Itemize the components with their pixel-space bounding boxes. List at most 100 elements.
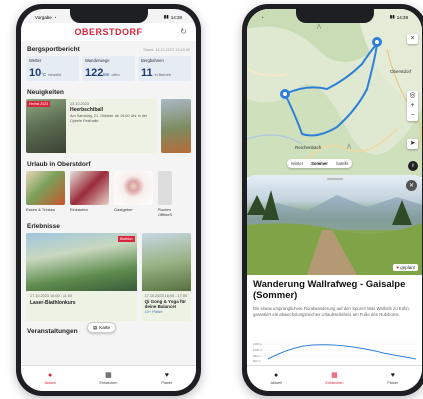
elev-tick-1100: 1100 m bbox=[253, 342, 263, 346]
map-label-start: Reichenbach bbox=[295, 145, 322, 150]
category-food-image bbox=[26, 171, 65, 205]
news-card[interactable]: Herbst 2023 13.10.2023 Heerbschtball Am … bbox=[26, 99, 158, 153]
news-tag: Herbst 2023 bbox=[27, 101, 51, 107]
category-shopping-label: Einkaufen bbox=[70, 207, 88, 212]
grid-icon: ▦ bbox=[331, 372, 338, 379]
tab-planer[interactable]: ♥ Planer bbox=[147, 372, 187, 385]
carrier-label: Vorgabe bbox=[35, 14, 52, 20]
report-title: Bergsportbericht bbox=[27, 46, 80, 53]
map-zoom-controls: ◎ + − bbox=[407, 91, 418, 121]
info-icon[interactable]: i bbox=[408, 161, 418, 171]
map-navigate-control[interactable]: ➤ bbox=[407, 139, 418, 149]
wifi-icon: ◔ bbox=[261, 14, 264, 20]
trails-value: 122 bbox=[85, 67, 104, 79]
elevation-profile: 1100 m 1000 m 900 m 800 m bbox=[253, 341, 417, 363]
lifts-card[interactable]: Bergbahnen 11 in Betrieb bbox=[138, 56, 191, 81]
home-icon: ● bbox=[274, 372, 279, 379]
events-carousel: Biathlon 17.10.2023 10:00 - 11:00 Laser-… bbox=[21, 230, 196, 324]
report-timestamp: Stand: 13.10.2023 13:43:30 bbox=[143, 48, 190, 52]
category-hosts[interactable]: Gastgeber bbox=[114, 171, 153, 217]
events-section-title: Erlebnisse bbox=[27, 223, 60, 230]
report-header: Bergsportbericht Stand: 13.10.2023 13:43… bbox=[21, 46, 196, 53]
event-body: 17.10.2023 10:00 - 11:00 Laser-Biathlonk… bbox=[26, 291, 137, 309]
clock: 14:28 bbox=[170, 14, 182, 20]
map-toggle-label: Karte bbox=[99, 325, 111, 330]
refresh-icon[interactable]: ↻ bbox=[180, 27, 187, 36]
route-map[interactable]: Oberstdorf Reichenbach × ◎ + − ➤ Winter … bbox=[247, 9, 422, 177]
map-close-control[interactable]: × bbox=[407, 34, 418, 44]
category-shopping[interactable]: Einkaufen bbox=[70, 171, 109, 217]
tab-entdecken-label: Entdecken bbox=[99, 381, 118, 385]
tab-entdecken[interactable]: ▦ Entdecken bbox=[314, 372, 354, 385]
navigate-icon[interactable]: ➤ bbox=[410, 139, 416, 149]
report-cards: Wetter 10°C bewölkt Wanderwege 122km offen… bbox=[21, 53, 196, 84]
event-peek-title: Qi Gong & Yoga für deine Balance! bbox=[144, 299, 186, 309]
map-type-summer[interactable]: Sommer bbox=[307, 159, 332, 168]
zoom-out-icon[interactable]: − bbox=[410, 111, 414, 121]
lifts-value: 11 bbox=[141, 67, 153, 79]
tab-aktuell[interactable]: ● Aktuell bbox=[256, 372, 296, 385]
tab-aktuell-label: Aktuell bbox=[44, 381, 56, 385]
tab-planer-label: Planer bbox=[387, 381, 399, 385]
event-image: Biathlon bbox=[26, 233, 137, 291]
map-type-winter[interactable]: Winter bbox=[287, 159, 307, 168]
urlaub-section-title: Urlaub in Oberstdorf bbox=[27, 161, 91, 168]
category-carousel: Essen & Trinken Einkaufen Gastgeber Rout… bbox=[21, 168, 196, 220]
tab-planer-label: Planer bbox=[161, 381, 173, 385]
zoom-in-icon[interactable]: + bbox=[410, 101, 414, 111]
news-body: Am Samstag, 21. Oktober ab 19:00 Uhr in … bbox=[70, 114, 148, 124]
planned-label: geplant bbox=[400, 265, 415, 270]
news-headline: Heerbschtball bbox=[70, 107, 104, 113]
route-photo: ✕ ♥ geplant bbox=[247, 175, 422, 275]
phone-right: ◔ ▮▮ 14:28 Oberstdorf Reichenbach × ◎ + … bbox=[242, 4, 423, 396]
tab-bar: ● Aktuell ▦ Entdecken ♥ Planer bbox=[247, 365, 422, 391]
route-detail-sheet: ✕ ♥ geplant Wanderung Wallrafweg - Gaisa… bbox=[247, 175, 422, 365]
event-card[interactable]: Biathlon 17.10.2023 10:00 - 11:00 Laser-… bbox=[26, 233, 137, 321]
category-routes[interactable]: Routen OfflineS bbox=[158, 171, 172, 217]
news-date: 13.10.2023 bbox=[70, 102, 90, 106]
tab-aktuell[interactable]: ● Aktuell bbox=[30, 372, 70, 385]
home-icon: ● bbox=[48, 372, 53, 379]
close-map-icon[interactable]: × bbox=[410, 34, 414, 44]
planned-badge[interactable]: ♥ geplant bbox=[393, 264, 418, 271]
category-food[interactable]: Essen & Trinken bbox=[26, 171, 65, 217]
wifi-icon: ◔ bbox=[53, 14, 57, 20]
weather-card[interactable]: Wetter 10°C bewölkt bbox=[26, 56, 79, 81]
close-sheet-icon[interactable]: ✕ bbox=[406, 180, 417, 191]
event-peek-image bbox=[141, 233, 191, 291]
news-card-peek[interactable] bbox=[161, 99, 191, 153]
phone-notch bbox=[295, 9, 374, 23]
trails-card[interactable]: Wanderwege 122km offen bbox=[82, 56, 135, 81]
signal-icon: ▮▮ bbox=[389, 14, 395, 19]
tab-entdecken[interactable]: ▦ Entdecken bbox=[88, 372, 128, 385]
route-photo-art bbox=[247, 190, 422, 275]
trails-label: Wanderwege bbox=[85, 58, 110, 63]
phone-notch bbox=[69, 9, 148, 23]
screen-route-detail: ◔ ▮▮ 14:28 Oberstdorf Reichenbach × ◎ + … bbox=[247, 9, 422, 391]
sheet-drag-handle[interactable] bbox=[326, 178, 343, 180]
news-text: 13.10.2023 Heerbschtball Am Samstag, 21.… bbox=[66, 99, 157, 153]
app-header: OBERSTDORF ↻ bbox=[21, 23, 196, 41]
tab-entdecken-label: Entdecken bbox=[325, 381, 344, 385]
tab-planer[interactable]: ♥ Planer bbox=[373, 372, 413, 385]
category-hosts-image bbox=[114, 171, 153, 205]
news-section-title: Neuigkeiten bbox=[27, 89, 64, 96]
route-description: Die etwas ursprünglichere Rundwanderung … bbox=[253, 305, 411, 317]
category-food-label: Essen & Trinken bbox=[26, 207, 56, 212]
category-hosts-label: Gastgeber bbox=[114, 207, 133, 212]
category-routes-image bbox=[158, 171, 172, 205]
heart-icon: ♥ bbox=[396, 265, 399, 270]
map-toggle-button[interactable]: ▤ Karte bbox=[87, 322, 117, 333]
home-content: Bergsportbericht Stand: 13.10.2023 13:43… bbox=[21, 41, 196, 365]
brand-logo: OBERSTDORF bbox=[74, 27, 143, 37]
weather-value: 10 bbox=[29, 67, 42, 79]
lifts-label: Bergbahnen bbox=[141, 58, 164, 63]
weather-label: Wetter bbox=[29, 58, 42, 63]
route-title: Wanderung Wallrafweg - Gaisalpe (Sommer) bbox=[253, 279, 406, 301]
locate-icon[interactable]: ◎ bbox=[409, 91, 415, 101]
tab-aktuell-label: Aktuell bbox=[270, 381, 282, 385]
map-type-satellite[interactable]: Satellit bbox=[332, 159, 353, 168]
event-card-peek[interactable]: 17.10.2023 16:00 - 17:00 Qi Gong & Yoga … bbox=[141, 233, 191, 321]
phone-left: Vorgabe ◔ ▮▮ 14:28 OBERSTDORF ↻ Bergsportb… bbox=[16, 4, 201, 396]
grid-icon: ▦ bbox=[105, 372, 112, 379]
